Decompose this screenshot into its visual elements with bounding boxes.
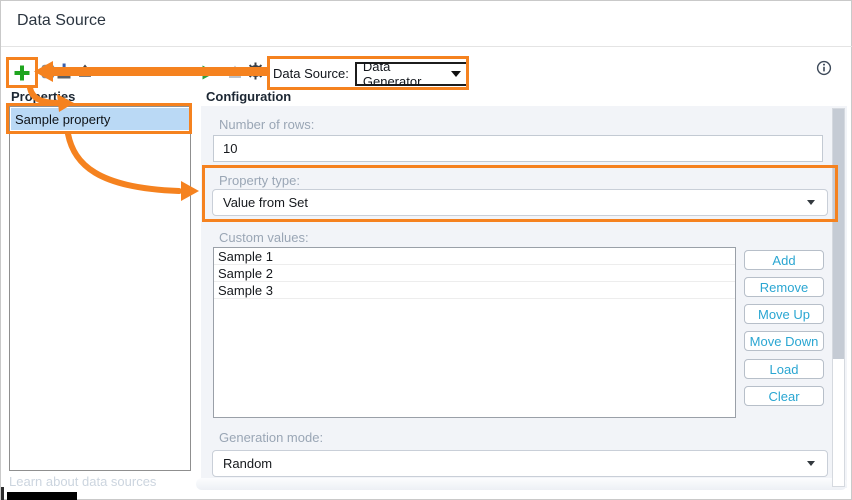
list-item[interactable]: Sample 3 [214,282,735,299]
load-button[interactable]: Load [744,359,824,379]
promote-button[interactable] [226,63,244,82]
add-button[interactable]: Add [744,250,824,270]
number-of-rows-label: Number of rows: [219,117,315,132]
config-scrollbar[interactable] [832,108,845,487]
data-source-label: Data Source: [273,66,349,81]
export-properties-button[interactable] [76,62,94,81]
toolbar-more-label: ... [94,59,108,74]
data-source-window: Data Source ... Data Source: Data Genera… [0,0,852,500]
data-source-selector: Data Source: Data Generator [273,58,469,89]
page-title: Data Source [17,12,106,29]
learn-about-link[interactable]: Learn about data sources [9,474,156,489]
move-up-button[interactable]: Move Up [744,304,824,324]
chevron-down-icon [450,70,461,77]
plus-icon [14,65,30,81]
add-property-button[interactable] [10,61,34,85]
gear-icon [247,62,264,80]
property-type-value: Value from Set [223,195,309,210]
list-item-sample-property[interactable]: Sample property [11,108,189,130]
property-type-label: Property type: [219,173,300,188]
scrollbar-thumb[interactable] [833,109,844,359]
custom-values-list[interactable]: Sample 1 Sample 2 Sample 3 [213,247,736,418]
remove-button[interactable]: Remove [744,277,824,297]
property-type-dropdown[interactable]: Value from Set [212,189,828,216]
run-button[interactable] [200,63,217,81]
up-arrow-grey-icon [229,65,241,78]
clear-button[interactable]: Clear [744,386,824,406]
panel-bottom-edge [196,478,847,490]
import-icon [57,63,71,79]
configuration-header: Configuration [206,89,292,104]
play-icon [202,65,215,79]
copy-property-button[interactable] [41,64,55,79]
list-item[interactable]: Sample 1 [214,248,735,265]
bottom-black-bar [7,492,77,500]
custom-values-label: Custom values: [219,230,309,245]
data-source-dropdown[interactable]: Data Generator [354,58,469,89]
settings-button[interactable] [246,61,265,81]
window-edge-fragment [1,487,4,500]
info-icon [816,60,832,76]
up-arrow-dark-icon [79,64,91,77]
title-separator [1,46,852,47]
info-button[interactable] [816,60,832,81]
chevron-down-icon [807,461,815,466]
properties-list[interactable]: Sample property [9,106,191,471]
generation-mode-value: Random [223,456,273,471]
list-item[interactable]: Sample 2 [214,265,735,282]
move-down-button[interactable]: Move Down [744,331,824,351]
generation-mode-label: Generation mode: [219,430,324,445]
chevron-down-icon [807,200,815,205]
data-source-value: Data Generator [362,58,422,89]
generation-mode-dropdown[interactable]: Random [212,450,828,477]
number-of-rows-input[interactable]: 10 [213,135,823,162]
import-properties-button[interactable] [55,62,73,81]
copy-icon [41,64,55,79]
properties-header: Properties [11,89,76,104]
